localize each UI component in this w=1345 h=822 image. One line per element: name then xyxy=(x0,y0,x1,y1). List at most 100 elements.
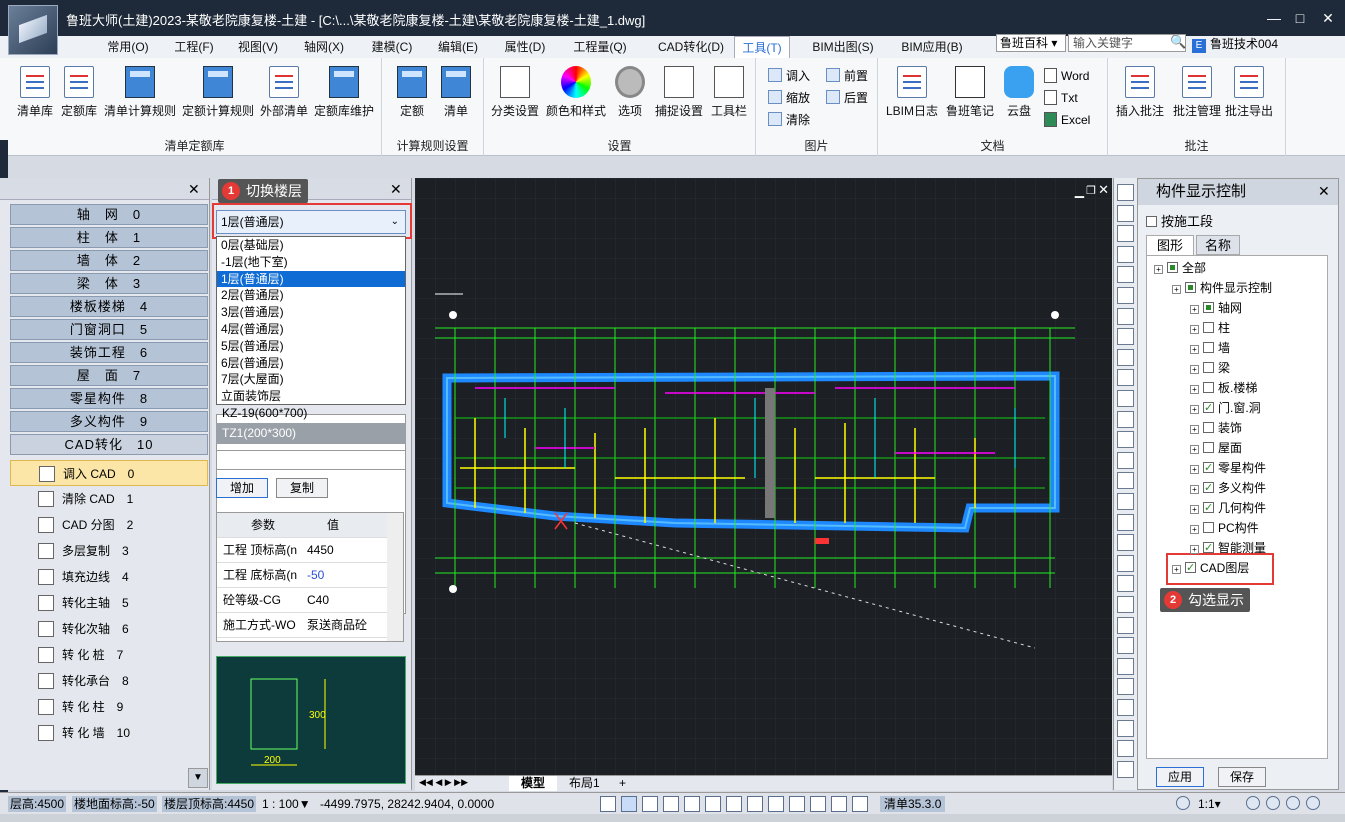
list-item-selected[interactable]: TZ1(200*300) xyxy=(216,423,406,444)
expand-icon[interactable]: + xyxy=(1190,505,1199,514)
tree-node[interactable]: + 零星构件 xyxy=(1190,459,1266,477)
image-tool-item[interactable]: 调入 xyxy=(768,66,810,86)
vertical-tool-icon[interactable] xyxy=(1117,431,1134,449)
close-icon[interactable]: ✕ xyxy=(1318,183,1330,200)
category-item[interactable]: 柱 体 1 xyxy=(10,227,208,248)
cad-tool-item[interactable]: 转 化 墙 10 xyxy=(10,720,208,746)
tree-node[interactable]: + 板.楼梯 xyxy=(1190,379,1257,397)
search-input[interactable]: 输入关键字 xyxy=(1068,34,1186,52)
checkbox-icon[interactable] xyxy=(1185,559,1196,577)
vertical-tool-icon[interactable] xyxy=(1117,699,1134,716)
expand-icon[interactable]: + xyxy=(1172,285,1181,294)
ribbon-button[interactable]: 清单 xyxy=(436,66,476,119)
tree-node[interactable]: + 屋面 xyxy=(1190,439,1242,457)
floor-option[interactable]: 5层(普通层) xyxy=(217,338,405,355)
tree-node[interactable]: + 全部 xyxy=(1154,259,1206,277)
param-value[interactable]: -50 xyxy=(307,563,324,588)
maximize-button[interactable]: □ xyxy=(1290,8,1310,28)
vertical-tool-icon[interactable] xyxy=(1117,513,1134,531)
ribbon-button[interactable]: 捕捉设置 xyxy=(652,66,706,119)
vertical-tool-icon[interactable] xyxy=(1117,348,1134,366)
expand-icon[interactable]: + xyxy=(1190,325,1199,334)
doc-item[interactable]: Txt xyxy=(1044,88,1078,108)
ribbon-button[interactable]: LBIM日志 xyxy=(884,66,940,119)
vertical-tool-icon[interactable] xyxy=(1117,719,1134,737)
add-button[interactable]: 增加 xyxy=(216,478,268,498)
save-button[interactable]: 保存 xyxy=(1218,767,1266,787)
ribbon-button[interactable]: 插入批注 xyxy=(1114,66,1166,119)
expand-icon[interactable]: + xyxy=(1190,425,1199,434)
ribbon-button[interactable]: 定额 xyxy=(392,66,432,119)
tab-layout1[interactable]: 布局1 xyxy=(559,776,610,791)
search-icon[interactable]: 🔍 xyxy=(1170,34,1186,50)
ribbon-button[interactable]: 定额计算规则 xyxy=(180,66,256,119)
ribbon-button[interactable]: 鲁班笔记 xyxy=(944,66,996,119)
ribbon-button[interactable]: 定额库维护 xyxy=(312,66,376,119)
copy-button[interactable]: 复制 xyxy=(276,478,328,498)
status-scale[interactable]: 1 : 100▼ xyxy=(262,796,311,812)
floor-option[interactable]: 4层(普通层) xyxy=(217,321,405,338)
param-scrollbar[interactable] xyxy=(387,513,403,641)
checkbox-icon[interactable] xyxy=(1203,322,1214,333)
vertical-tool-icon[interactable] xyxy=(1117,225,1134,243)
menu-tab[interactable]: BIM应用(B) xyxy=(892,36,972,58)
status-tool-icon[interactable] xyxy=(1286,796,1300,810)
checkbox-icon[interactable] xyxy=(1203,302,1214,313)
vertical-tool-icon[interactable] xyxy=(1117,554,1134,572)
vertical-tool-icon[interactable] xyxy=(1117,493,1134,510)
expand-icon[interactable]: + xyxy=(1190,465,1199,474)
image-tool-item[interactable]: 后置 xyxy=(826,88,868,108)
category-item[interactable]: 梁 体 3 xyxy=(10,273,208,294)
apply-button[interactable]: 应用 xyxy=(1156,767,1204,787)
ribbon-button[interactable]: 工具栏 xyxy=(706,66,752,119)
vertical-tool-icon[interactable] xyxy=(1117,184,1134,201)
app-logo-icon[interactable] xyxy=(8,5,58,55)
tree-node[interactable]: + 构件显示控制 xyxy=(1172,279,1272,297)
image-tool-item[interactable]: 缩放 xyxy=(768,88,810,108)
expand-icon[interactable]: + xyxy=(1154,265,1163,274)
cad-tool-item[interactable]: 转化主轴 5 xyxy=(10,590,208,616)
status-toggle-icon[interactable] xyxy=(705,796,721,812)
scroll-down-icon[interactable]: ▼ xyxy=(188,768,208,788)
tree-node[interactable]: + 墙 xyxy=(1190,339,1230,357)
expand-icon[interactable]: + xyxy=(1190,545,1199,554)
status-tool-icon[interactable] xyxy=(1266,796,1280,810)
cad-tool-item[interactable]: 清除 CAD 1 xyxy=(10,486,208,512)
ribbon-button[interactable]: 分类设置 xyxy=(490,66,540,119)
floor-option[interactable]: 6层(普通层) xyxy=(217,355,405,372)
expand-icon[interactable]: + xyxy=(1190,525,1199,534)
vertical-tool-icon[interactable] xyxy=(1117,534,1134,552)
checkbox-icon[interactable] xyxy=(1203,459,1214,477)
status-toggle-icon[interactable] xyxy=(642,796,658,812)
menu-tab[interactable]: 常用(O) xyxy=(100,36,156,58)
tree-node[interactable]: + 装饰 xyxy=(1190,419,1242,437)
canvas-minimize-icon[interactable]: ▁ xyxy=(1075,184,1084,198)
cad-tool-item[interactable]: 转化次轴 6 xyxy=(10,616,208,642)
cad-tool-item[interactable]: 调入 CAD 0 xyxy=(10,460,208,486)
floor-option[interactable]: 立面装饰层 xyxy=(217,388,405,405)
vertical-tool-icon[interactable] xyxy=(1117,390,1134,407)
status-toggle-icon[interactable] xyxy=(726,796,742,812)
ribbon-button[interactable]: 外部清单 xyxy=(258,66,310,119)
checkbox-icon[interactable] xyxy=(1167,262,1178,273)
category-item[interactable]: CAD转化 10 xyxy=(10,434,208,455)
checkbox-icon[interactable] xyxy=(1203,522,1214,533)
status-toggle-icon[interactable] xyxy=(831,796,847,812)
menu-tab[interactable]: BIM出图(S) xyxy=(802,36,884,58)
expand-icon[interactable]: + xyxy=(1172,565,1181,574)
tab-nav-arrows-icon[interactable]: ◀◀ ◀ ▶ ▶▶ xyxy=(419,777,468,788)
close-icon[interactable]: ✕ xyxy=(188,181,200,198)
vertical-tool-icon[interactable] xyxy=(1117,657,1134,675)
cad-tool-item[interactable]: CAD 分图 2 xyxy=(10,512,208,538)
floor-option[interactable]: 3层(普通层) xyxy=(217,304,405,321)
vertical-tool-icon[interactable] xyxy=(1117,637,1134,655)
ribbon-button[interactable]: 颜色和样式 xyxy=(544,66,608,119)
ribbon-button[interactable]: 定额库 xyxy=(58,66,100,119)
vertical-tool-icon[interactable] xyxy=(1117,307,1134,325)
cad-tool-item[interactable]: 转 化 柱 9 xyxy=(10,694,208,720)
category-item[interactable]: 楼板楼梯 4 xyxy=(10,296,208,317)
checkbox-icon[interactable] xyxy=(1203,442,1214,453)
floor-option[interactable]: 1层(普通层) xyxy=(217,270,405,288)
status-toggle-icon[interactable] xyxy=(747,796,763,812)
cad-tool-item[interactable]: 转化承台 8 xyxy=(10,668,208,694)
